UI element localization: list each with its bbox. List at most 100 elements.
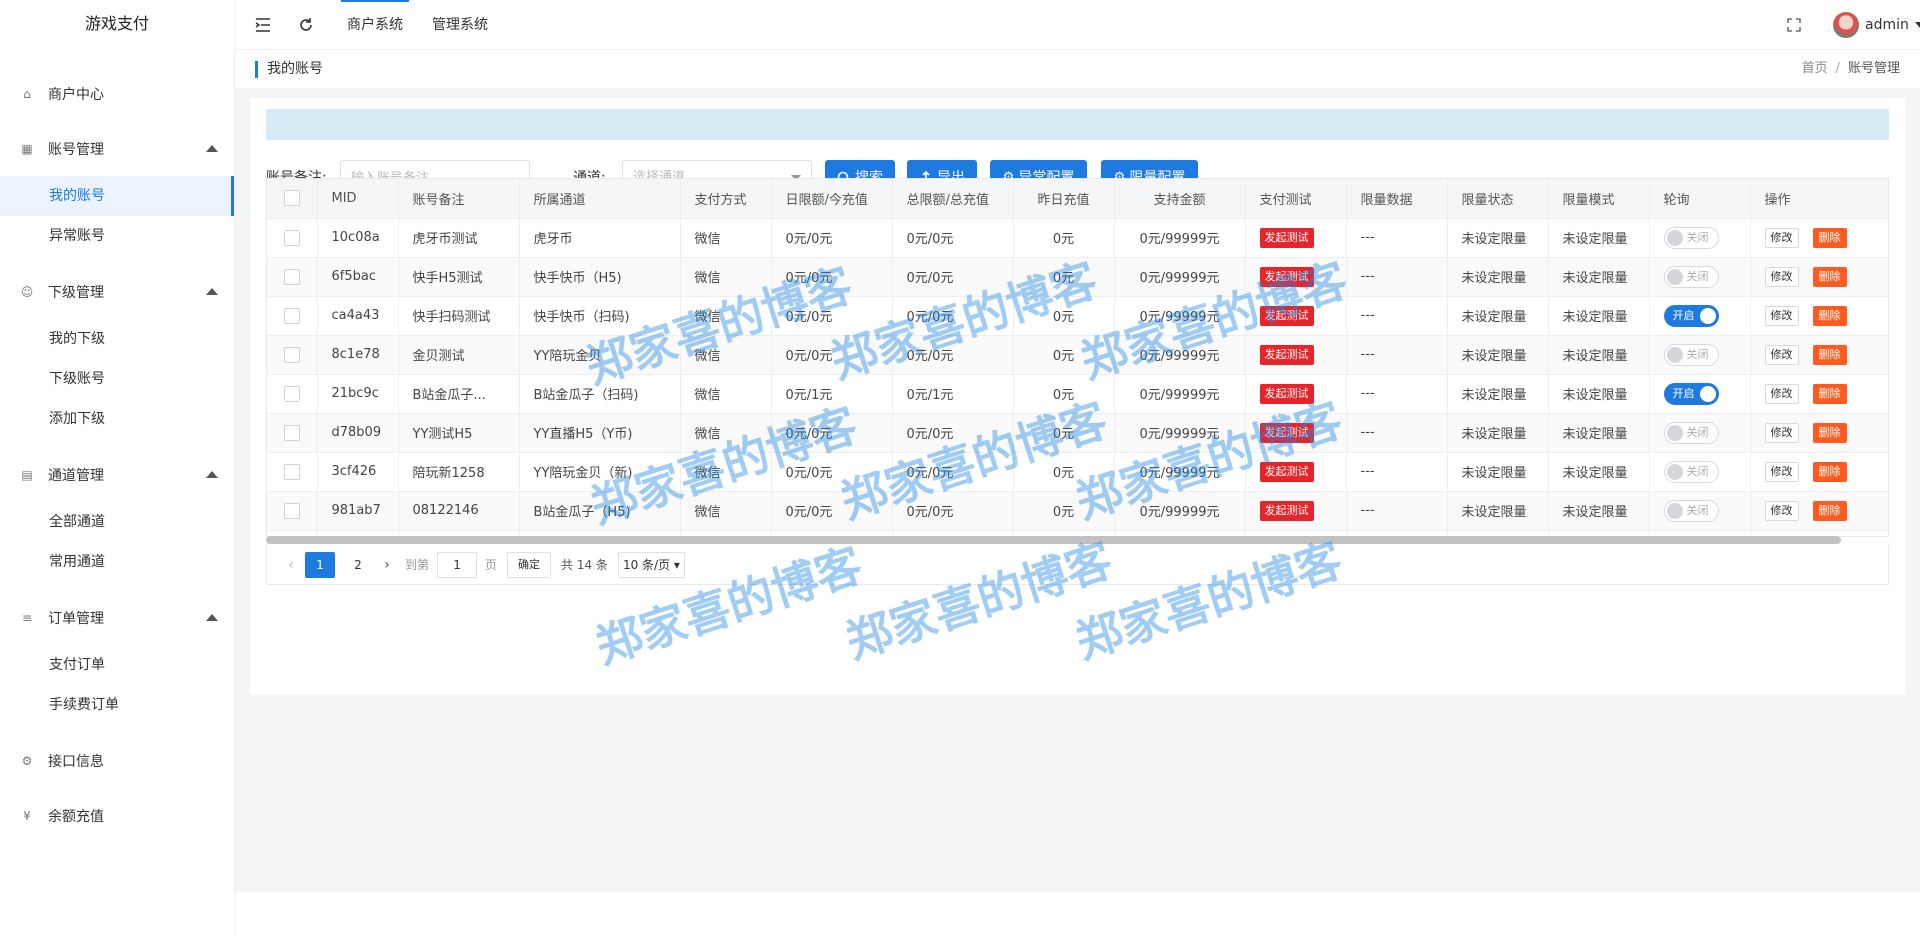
cell-limit-data: ---	[1346, 490, 1448, 530]
row-checkbox[interactable]	[283, 502, 300, 519]
cell-amount: 0元/99999元	[1114, 334, 1246, 374]
cell-yesterday: 0元	[1013, 412, 1115, 452]
sidebar-item[interactable]: ▤ 通道管理	[0, 447, 234, 502]
user-menu[interactable]: admin	[1833, 0, 1920, 50]
fullscreen-button[interactable]	[1787, 0, 1801, 50]
next-page-icon[interactable]: ›	[377, 557, 397, 573]
row-checkbox[interactable]	[283, 229, 300, 246]
edit-button[interactable]: 修改	[1764, 422, 1799, 443]
sidebar-subitem[interactable]: 我的下级	[0, 319, 234, 359]
delete-button[interactable]: 删除	[1812, 422, 1847, 443]
toggle-label: 关闭	[1686, 503, 1709, 517]
sidebar-item[interactable]: ≡ 订单管理	[0, 590, 234, 645]
tab-admin-system[interactable]: 管理系统	[432, 0, 488, 50]
polling-toggle[interactable]: 关闭	[1663, 343, 1719, 366]
cell-yesterday: 0元	[1013, 373, 1115, 413]
polling-toggle[interactable]: 关闭	[1663, 226, 1719, 249]
page-title: 我的账号	[255, 61, 323, 78]
polling-toggle[interactable]: 关闭	[1663, 499, 1719, 522]
polling-toggle[interactable]: 关闭	[1663, 460, 1719, 483]
row-checkbox[interactable]	[283, 385, 300, 402]
menu-fold-icon	[255, 18, 270, 32]
start-test-button[interactable]: 发起测试	[1259, 422, 1314, 443]
goto-label: 到第	[405, 558, 430, 572]
start-test-button[interactable]: 发起测试	[1259, 383, 1314, 404]
sidebar-subitem[interactable]: 手续费订单	[0, 685, 234, 725]
edit-button[interactable]: 修改	[1764, 266, 1799, 287]
start-test-button[interactable]: 发起测试	[1259, 227, 1314, 248]
cell-polling: 关闭	[1649, 256, 1751, 296]
tab-merchant-system[interactable]: 商户系统	[341, 0, 409, 50]
page-button-2[interactable]: 2	[343, 552, 373, 578]
home-icon: ⌂	[23, 86, 31, 101]
sidebar-item[interactable]: ☺ 下级管理	[0, 264, 234, 319]
start-test-button[interactable]: 发起测试	[1259, 266, 1314, 287]
polling-toggle[interactable]: 开启	[1663, 382, 1719, 405]
refresh-button[interactable]	[298, 0, 314, 50]
row-checkbox[interactable]	[283, 268, 300, 285]
sidebar-subitem[interactable]: 添加下级	[0, 399, 234, 439]
edit-button[interactable]: 修改	[1764, 500, 1799, 521]
polling-toggle[interactable]: 开启	[1663, 304, 1719, 327]
cell-limit-mode: 未设定限量	[1548, 451, 1650, 491]
horizontal-scrollbar[interactable]	[266, 536, 1841, 544]
row-checkbox[interactable]	[283, 424, 300, 441]
sidebar-subitem[interactable]: 全部通道	[0, 502, 234, 542]
delete-button[interactable]: 删除	[1812, 461, 1847, 482]
cell-amount: 0元/99999元	[1114, 490, 1246, 530]
edit-button[interactable]: 修改	[1764, 461, 1799, 482]
row-checkbox[interactable]	[283, 463, 300, 480]
toggle-label: 关闭	[1686, 425, 1709, 439]
delete-button[interactable]: 删除	[1812, 305, 1847, 326]
sidebar-item[interactable]: ▦ 账号管理	[0, 121, 234, 176]
cell-mid: 10c08a	[317, 217, 399, 257]
start-test-button[interactable]: 发起测试	[1259, 461, 1314, 482]
cell-daily: 0元/0元	[771, 412, 893, 452]
prev-page-icon[interactable]: ‹	[281, 557, 301, 573]
cell-yesterday: 0元	[1013, 217, 1115, 257]
row-select-cell	[267, 295, 318, 335]
cell-actions: 修改删除	[1750, 451, 1888, 491]
start-test-button[interactable]: 发起测试	[1259, 500, 1314, 521]
sidebar-item[interactable]: ⌂ 商户中心	[0, 66, 234, 121]
sidebar-subitem[interactable]: 我的账号	[0, 176, 234, 216]
delete-button[interactable]: 删除	[1812, 227, 1847, 248]
goto-confirm-button[interactable]: 确定	[507, 551, 552, 578]
toggle-knob	[1666, 424, 1683, 441]
delete-button[interactable]: 删除	[1812, 500, 1847, 521]
menu-toggle-button[interactable]	[255, 0, 271, 50]
select-all-checkbox[interactable]	[283, 190, 300, 207]
cell-remark: 快手H5测试	[398, 256, 520, 296]
sidebar-subitem[interactable]: 支付订单	[0, 645, 234, 685]
breadcrumb-home[interactable]: 首页	[1802, 61, 1828, 76]
col-header: MID	[317, 179, 399, 218]
cell-pay-test: 发起测试	[1245, 256, 1347, 296]
edit-button[interactable]: 修改	[1764, 383, 1799, 404]
goto-page-input[interactable]	[437, 551, 478, 578]
cell-limit-data: ---	[1346, 217, 1448, 257]
polling-toggle[interactable]: 关闭	[1663, 421, 1719, 444]
toggle-knob	[1666, 346, 1683, 363]
cell-limit-data: ---	[1346, 256, 1448, 296]
sidebar-item[interactable]: ⚙ 接口信息	[0, 733, 234, 788]
edit-button[interactable]: 修改	[1764, 227, 1799, 248]
sidebar-subitem[interactable]: 常用通道	[0, 542, 234, 582]
edit-button[interactable]: 修改	[1764, 344, 1799, 365]
edit-button[interactable]: 修改	[1764, 305, 1799, 326]
row-checkbox[interactable]	[283, 307, 300, 324]
delete-button[interactable]: 删除	[1812, 383, 1847, 404]
cell-limit-mode: 未设定限量	[1548, 256, 1650, 296]
page-button-1[interactable]: 1	[305, 551, 335, 578]
start-test-button[interactable]: 发起测试	[1259, 344, 1314, 365]
row-checkbox[interactable]	[283, 346, 300, 363]
sidebar-subitem[interactable]: 下级账号	[0, 359, 234, 399]
delete-button[interactable]: 删除	[1812, 344, 1847, 365]
sidebar-item[interactable]: ¥ 余额充值	[0, 788, 234, 843]
delete-button[interactable]: 删除	[1812, 266, 1847, 287]
cell-pay-test: 发起测试	[1245, 295, 1347, 335]
sidebar-subitem[interactable]: 异常账号	[0, 216, 234, 256]
avatar	[1833, 12, 1859, 38]
polling-toggle[interactable]: 关闭	[1663, 265, 1719, 288]
page-size-select[interactable]: 10 条/页 ▾	[617, 551, 685, 578]
start-test-button[interactable]: 发起测试	[1259, 305, 1314, 326]
